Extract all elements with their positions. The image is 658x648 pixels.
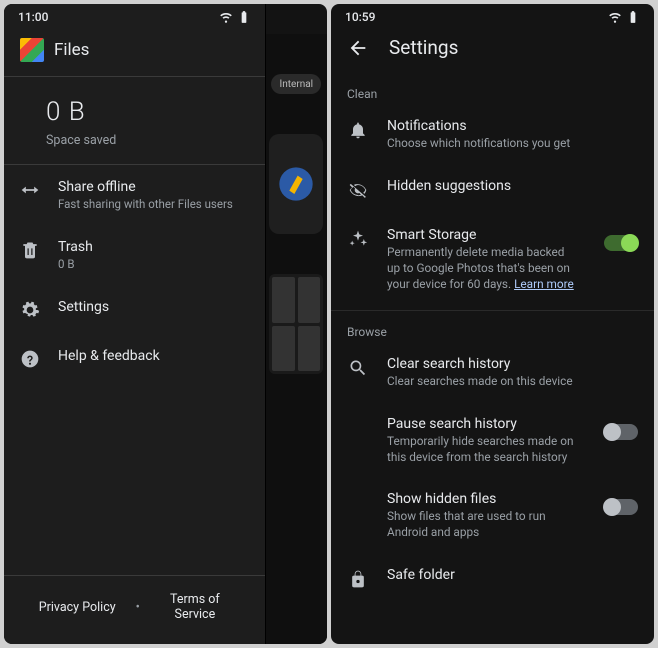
space-saved-value: 0 B — [46, 97, 249, 127]
show-hidden-toggle[interactable] — [604, 499, 638, 515]
menu-item-sublabel: 0 B — [58, 257, 93, 271]
drawer-footer: Privacy Policy • Terms of Service — [4, 575, 265, 644]
bell-icon — [347, 119, 369, 141]
back-arrow-icon[interactable] — [347, 37, 369, 59]
section-divider — [331, 310, 654, 311]
storage-chip-internal[interactable]: Internal — [271, 74, 321, 94]
menu-help-feedback[interactable]: Help & feedback — [4, 334, 265, 383]
setting-title: Clear search history — [387, 356, 632, 372]
footer-separator: • — [136, 600, 140, 615]
brush-icon — [276, 164, 316, 204]
phone-settings: 10:59 Settings Clean Notifications Choos… — [331, 4, 654, 644]
status-time: 10:59 — [345, 10, 375, 24]
learn-more-link[interactable]: Learn more — [514, 277, 574, 291]
menu-share-offline[interactable]: Share offline Fast sharing with other Fi… — [4, 165, 265, 225]
wifi-icon — [608, 10, 622, 24]
setting-smart-storage[interactable]: Smart Storage Permanently delete media b… — [331, 214, 654, 306]
menu-item-label: Help & feedback — [58, 348, 160, 364]
help-icon — [20, 349, 40, 369]
search-icon — [347, 357, 369, 379]
space-saved-block: 0 B Space saved — [4, 77, 265, 165]
setting-title: Notifications — [387, 118, 632, 134]
setting-pause-search-history[interactable]: Pause search history Temporarily hide se… — [331, 403, 654, 479]
terms-of-service-link[interactable]: Terms of Service — [160, 592, 230, 622]
trash-icon — [20, 240, 40, 260]
page-title: Settings — [389, 36, 458, 59]
smart-storage-toggle[interactable] — [604, 235, 638, 251]
setting-title: Show hidden files — [387, 491, 580, 507]
files-logo-icon — [20, 38, 44, 62]
battery-icon — [237, 10, 251, 24]
settings-header: Settings — [331, 28, 654, 77]
setting-title: Hidden suggestions — [387, 178, 632, 194]
setting-subtitle: Show files that are used to run Android … — [387, 509, 580, 541]
setting-title: Pause search history — [387, 416, 580, 432]
setting-subtitle: Temporarily hide searches made on this d… — [387, 434, 580, 466]
menu-item-label: Share offline — [58, 179, 233, 195]
menu-settings[interactable]: Settings — [4, 285, 265, 334]
space-saved-label: Space saved — [46, 133, 249, 148]
gear-icon — [20, 300, 40, 320]
recent-thumbnails[interactable] — [269, 274, 323, 374]
setting-subtitle: Choose which notifications you get — [387, 136, 632, 152]
share-icon — [20, 180, 40, 200]
status-time: 11:00 — [18, 10, 48, 24]
navigation-drawer: 11:00 Files 0 B Space saved Share offlin… — [4, 4, 266, 644]
status-bar: 11:00 — [4, 4, 265, 28]
phone-files-drawer: Internal 11:00 Files 0 B Space saved — [4, 4, 327, 644]
setting-clear-search-history[interactable]: Clear search history Clear searches made… — [331, 343, 654, 403]
menu-trash[interactable]: Trash 0 B — [4, 225, 265, 285]
setting-subtitle: Permanently delete media backed up to Go… — [387, 245, 580, 293]
privacy-policy-link[interactable]: Privacy Policy — [39, 600, 116, 615]
setting-title: Safe folder — [387, 567, 632, 583]
lock-icon — [347, 568, 369, 590]
settings-list[interactable]: Clean Notifications Choose which notific… — [331, 77, 654, 644]
wifi-icon — [219, 10, 233, 24]
setting-title: Smart Storage — [387, 227, 580, 243]
menu-item-label: Trash — [58, 239, 93, 255]
backdrop-content: Internal — [266, 34, 327, 644]
menu-item-label: Settings — [58, 299, 109, 315]
setting-safe-folder[interactable]: Safe folder — [331, 554, 654, 603]
section-clean-label: Clean — [331, 77, 654, 105]
menu-item-sublabel: Fast sharing with other Files users — [58, 197, 233, 211]
status-bar: 10:59 — [331, 4, 654, 28]
section-browse-label: Browse — [331, 315, 654, 343]
sparkle-icon — [347, 228, 369, 250]
setting-hidden-suggestions[interactable]: Hidden suggestions — [331, 165, 654, 214]
clean-card[interactable] — [269, 134, 323, 234]
setting-subtitle: Clear searches made on this device — [387, 374, 632, 390]
drawer-header: Files — [4, 28, 265, 77]
pause-search-toggle[interactable] — [604, 424, 638, 440]
eye-off-icon — [347, 179, 369, 201]
setting-notifications[interactable]: Notifications Choose which notifications… — [331, 105, 654, 165]
battery-icon — [626, 10, 640, 24]
setting-show-hidden-files[interactable]: Show hidden files Show files that are us… — [331, 478, 654, 554]
app-title: Files — [54, 40, 89, 60]
